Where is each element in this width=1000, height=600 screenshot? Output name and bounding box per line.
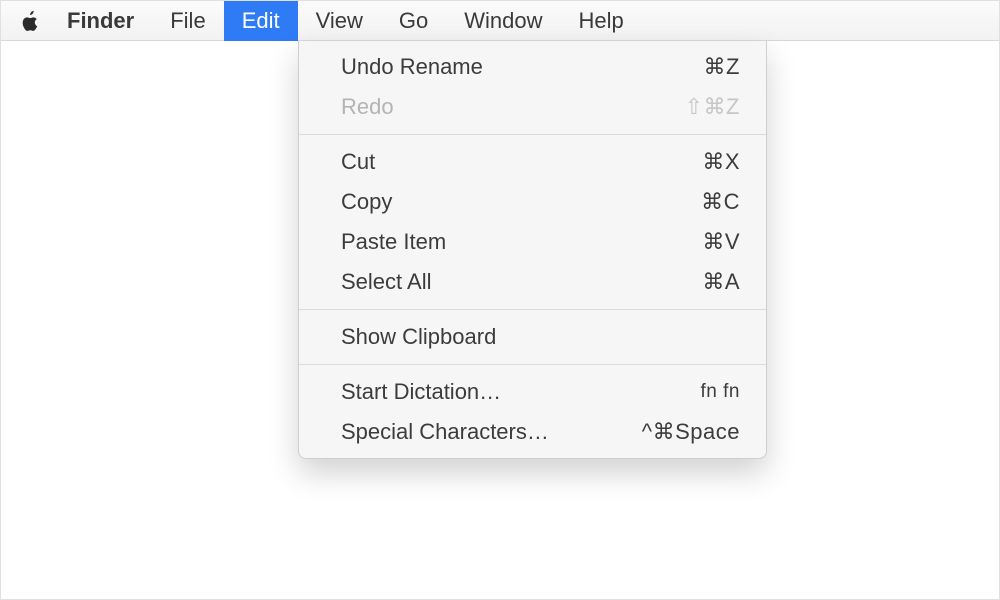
menu-help[interactable]: Help xyxy=(561,1,642,41)
menu-window[interactable]: Window xyxy=(446,1,560,41)
menu-edit[interactable]: Edit xyxy=(224,1,298,41)
menu-redo: Redo ⇧⌘Z xyxy=(299,87,766,127)
menu-item-label: Redo xyxy=(341,91,394,123)
menu-item-label: Copy xyxy=(341,186,392,218)
edit-dropdown-menu: Undo Rename ⌘Z Redo ⇧⌘Z Cut ⌘X Copy ⌘C P… xyxy=(298,41,767,459)
menu-item-label: Select All xyxy=(341,266,432,298)
menu-special-characters[interactable]: Special Characters… ^⌘Space xyxy=(299,412,766,452)
menu-start-dictation[interactable]: Start Dictation… fn fn xyxy=(299,372,766,412)
menu-cut[interactable]: Cut ⌘X xyxy=(299,142,766,182)
menu-separator xyxy=(299,134,766,135)
menu-separator xyxy=(299,309,766,310)
menu-show-clipboard[interactable]: Show Clipboard xyxy=(299,317,766,357)
menu-copy[interactable]: Copy ⌘C xyxy=(299,182,766,222)
menu-item-shortcut: fn fn xyxy=(701,376,740,408)
menu-item-shortcut: ⌘V xyxy=(702,226,740,258)
menu-app-name[interactable]: Finder xyxy=(67,1,152,41)
menu-item-shortcut: ^⌘Space xyxy=(642,416,740,448)
menu-item-shortcut: ⌘A xyxy=(702,266,740,298)
menu-item-label: Special Characters… xyxy=(341,416,549,448)
menu-view[interactable]: View xyxy=(298,1,381,41)
menu-item-label: Paste Item xyxy=(341,226,446,258)
menu-item-label: Show Clipboard xyxy=(341,321,496,353)
menu-item-shortcut: ⇧⌘Z xyxy=(685,91,740,123)
menu-item-label: Cut xyxy=(341,146,375,178)
menu-go[interactable]: Go xyxy=(381,1,446,41)
menu-item-label: Start Dictation… xyxy=(341,376,501,408)
menu-item-shortcut: ⌘X xyxy=(702,146,740,178)
menu-item-shortcut: ⌘Z xyxy=(704,51,740,83)
menu-file[interactable]: File xyxy=(152,1,223,41)
menu-item-shortcut: ⌘C xyxy=(701,186,740,218)
menu-select-all[interactable]: Select All ⌘A xyxy=(299,262,766,302)
menu-separator xyxy=(299,364,766,365)
desktop-area: Undo Rename ⌘Z Redo ⇧⌘Z Cut ⌘X Copy ⌘C P… xyxy=(1,41,999,599)
menu-undo-rename[interactable]: Undo Rename ⌘Z xyxy=(299,47,766,87)
menu-paste-item[interactable]: Paste Item ⌘V xyxy=(299,222,766,262)
apple-logo-icon[interactable] xyxy=(19,10,41,32)
menubar: Finder File Edit View Go Window Help xyxy=(1,1,999,41)
menu-item-label: Undo Rename xyxy=(341,51,483,83)
